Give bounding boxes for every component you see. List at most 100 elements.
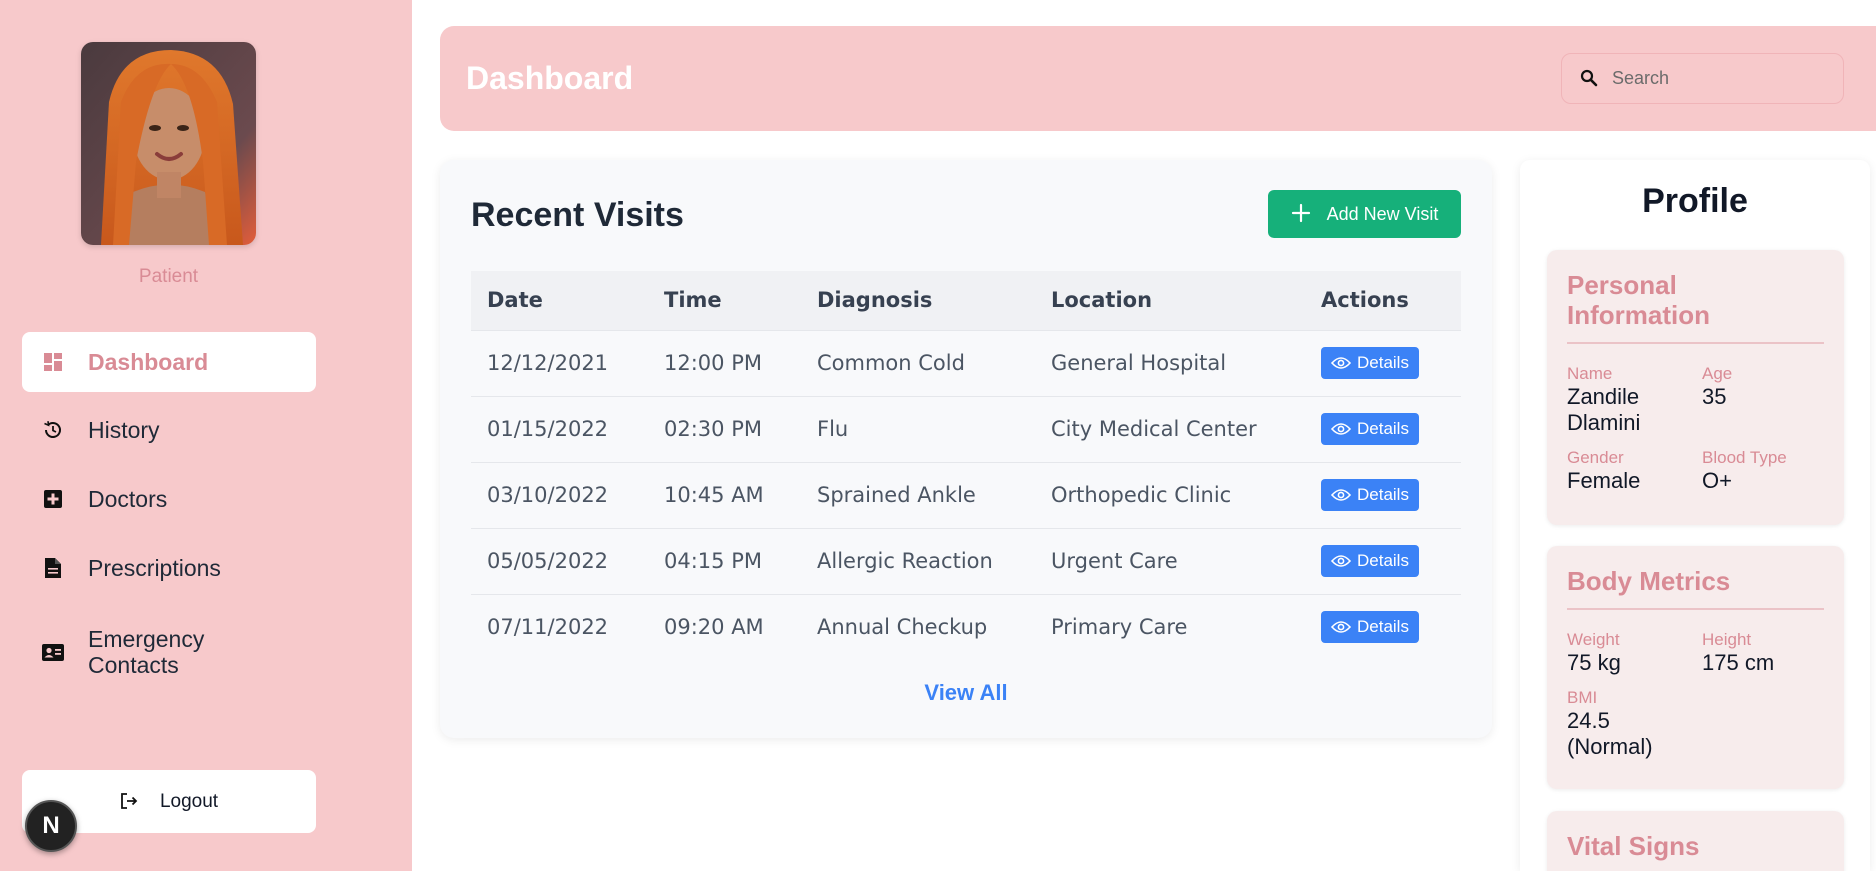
column-header-date: Date bbox=[471, 271, 648, 331]
cell-diagnosis: Annual Checkup bbox=[817, 615, 988, 640]
details-label: Details bbox=[1357, 485, 1409, 504]
eye-icon bbox=[1331, 620, 1351, 634]
cell-date: 12/12/2021 bbox=[471, 330, 648, 397]
cell-time: 04:15 PM bbox=[648, 528, 801, 595]
gender-label: Gender bbox=[1567, 448, 1624, 467]
cell-time: 02:30 PM bbox=[648, 396, 801, 463]
cell-actions: Details bbox=[1305, 396, 1461, 463]
column-header-diagnosis: Diagnosis bbox=[801, 271, 1035, 331]
nav-item-prescriptions[interactable]: Prescriptions bbox=[22, 538, 316, 598]
name-field: Name Zandile Dlamini bbox=[1567, 364, 1702, 436]
dashboard-icon bbox=[42, 351, 64, 373]
table-row: 01/15/2022 02:30 PM Flu City Medical Cen… bbox=[471, 396, 1461, 463]
details-button[interactable]: Details bbox=[1321, 545, 1419, 577]
page-title: Dashboard bbox=[466, 60, 634, 96]
cell-date: 03/10/2022 bbox=[471, 462, 648, 529]
gender-value: Female bbox=[1567, 468, 1641, 493]
bmi-value: 24.5 (Normal) bbox=[1567, 708, 1653, 759]
body-metrics-fields: Weight 75 kg Height 175 cm BMI 24.5 (Nor… bbox=[1567, 630, 1824, 760]
eye-icon bbox=[1331, 422, 1351, 436]
view-all-link[interactable]: View All bbox=[440, 680, 1492, 706]
details-label: Details bbox=[1357, 551, 1409, 570]
name-label: Name bbox=[1567, 364, 1613, 383]
nav-item-history[interactable]: History bbox=[22, 400, 316, 460]
profile-title: Profile bbox=[1642, 182, 1748, 220]
age-value: 35 bbox=[1702, 384, 1727, 409]
details-button[interactable]: Details bbox=[1321, 479, 1419, 511]
cell-location: Primary Care bbox=[1051, 615, 1188, 640]
height-value: 175 cm bbox=[1702, 650, 1775, 675]
eye-icon bbox=[1331, 554, 1351, 568]
details-button[interactable]: Details bbox=[1321, 611, 1419, 644]
cell-diagnosis: Flu bbox=[801, 396, 1035, 463]
recent-visits-card: Recent Visits Add New Visit Date Time Di… bbox=[440, 160, 1492, 738]
weight-field: Weight 75 kg bbox=[1567, 630, 1702, 676]
details-button[interactable]: Details bbox=[1321, 347, 1419, 379]
profile-panel: Profile Personal Information Name Zandil… bbox=[1520, 160, 1870, 871]
cell-actions: Details bbox=[1305, 528, 1461, 595]
personal-information-section: Personal Information Name Zandile Dlamin… bbox=[1547, 250, 1844, 525]
table-row: 05/05/2022 04:15 PM Allergic Reaction Ur… bbox=[471, 528, 1461, 595]
cell-location: City Medical Center bbox=[1035, 396, 1305, 463]
nav-item-dashboard[interactable]: Dashboard bbox=[22, 332, 316, 392]
recent-visits-title: Recent Visits bbox=[471, 196, 684, 234]
visits-table: Date Time Diagnosis Location Actions 12/… bbox=[471, 271, 1461, 660]
page-header: Dashboard bbox=[440, 26, 1876, 131]
cell-diagnosis: Common Cold bbox=[801, 330, 1035, 397]
eye-icon bbox=[1331, 488, 1351, 502]
avatar-photo bbox=[81, 42, 256, 245]
search-box[interactable] bbox=[1561, 53, 1844, 104]
cell-diagnosis: Allergic Reaction bbox=[801, 528, 1035, 595]
table-row: 03/10/2022 10:45 AM Sprained Ankle Ortho… bbox=[471, 462, 1461, 529]
weight-value: 75 kg bbox=[1567, 650, 1621, 675]
cell-actions: Details bbox=[1305, 462, 1461, 529]
body-metrics-section: Body Metrics Weight 75 kg Height 175 cm … bbox=[1547, 546, 1844, 789]
vital-signs-heading: Vital Signs bbox=[1567, 831, 1700, 861]
gender-field: Gender Female bbox=[1567, 448, 1702, 494]
cell-location: Orthopedic Clinic bbox=[1035, 462, 1305, 529]
blood-type-label: Blood Type bbox=[1702, 448, 1787, 467]
history-icon bbox=[42, 419, 64, 441]
details-button[interactable]: Details bbox=[1321, 413, 1419, 445]
nav-item-doctors[interactable]: Doctors bbox=[22, 469, 316, 529]
nav-label-doctors: Doctors bbox=[88, 486, 168, 512]
plus-icon bbox=[1291, 203, 1313, 225]
table-row: 12/12/2021 12:00 PM Common Cold General … bbox=[471, 330, 1461, 397]
cell-location: General Hospital bbox=[1035, 330, 1305, 397]
medical-plus-icon bbox=[42, 488, 64, 510]
cell-date: 07/11/2022 bbox=[487, 615, 609, 640]
user-role-label: Patient bbox=[138, 266, 199, 287]
height-label: Height bbox=[1702, 630, 1752, 649]
cell-time: 09:20 AM bbox=[664, 615, 764, 640]
add-new-visit-label: Add New Visit bbox=[1326, 203, 1439, 224]
body-metrics-heading: Body Metrics bbox=[1567, 566, 1824, 610]
cell-date: 05/05/2022 bbox=[471, 528, 648, 595]
framework-badge-letter: N bbox=[42, 812, 60, 839]
name-value: Zandile Dlamini bbox=[1567, 384, 1641, 435]
nav-label-emergency-contacts: Emergency Contacts bbox=[88, 626, 205, 678]
nav-item-emergency-contacts[interactable]: Emergency Contacts bbox=[22, 622, 316, 682]
logout-label: Logout bbox=[159, 790, 219, 812]
age-label: Age bbox=[1702, 364, 1733, 383]
personal-information-fields: Name Zandile Dlamini Age 35 Gender Femal… bbox=[1567, 364, 1824, 494]
nav-label-dashboard: Dashboard bbox=[88, 349, 209, 375]
height-field: Height 175 cm bbox=[1702, 630, 1837, 676]
table-row: 07/11/2022 09:20 AM Annual Checkup Prima… bbox=[471, 594, 1461, 660]
column-header-time: Time bbox=[648, 271, 801, 331]
framework-badge[interactable]: N bbox=[25, 800, 77, 852]
blood-type-field: Blood Type O+ bbox=[1702, 448, 1837, 494]
details-label: Details bbox=[1357, 617, 1409, 637]
details-label: Details bbox=[1357, 353, 1409, 372]
cell-time: 10:45 AM bbox=[648, 462, 801, 529]
add-new-visit-button[interactable]: Add New Visit bbox=[1268, 190, 1461, 238]
blood-type-value: O+ bbox=[1702, 468, 1732, 493]
contact-card-icon bbox=[42, 641, 64, 663]
nav-label-prescriptions: Prescriptions bbox=[88, 555, 221, 581]
search-input[interactable] bbox=[1612, 68, 1812, 89]
age-field: Age 35 bbox=[1702, 364, 1837, 436]
column-header-actions: Actions bbox=[1305, 271, 1461, 331]
cell-time: 12:00 PM bbox=[648, 330, 801, 397]
cell-actions: Details bbox=[1305, 594, 1461, 660]
search-icon bbox=[1580, 69, 1600, 89]
avatar bbox=[81, 42, 256, 245]
